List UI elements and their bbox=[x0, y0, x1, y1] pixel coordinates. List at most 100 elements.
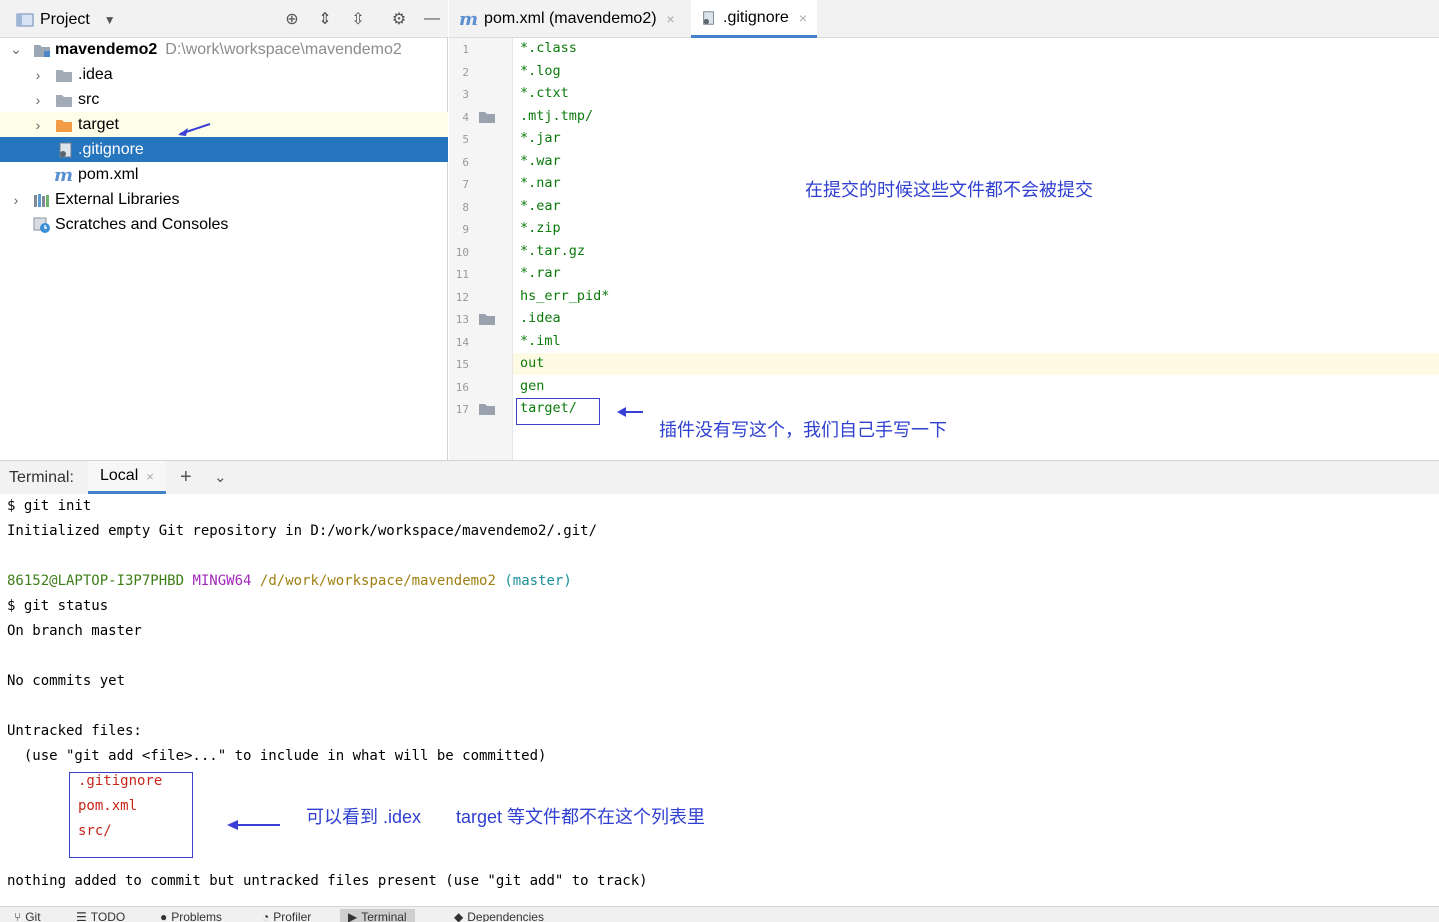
line-number: 4 bbox=[462, 110, 469, 124]
gear-icon[interactable]: ⚙ bbox=[389, 9, 409, 29]
annotation-list-b: target 等文件都不在这个列表里 bbox=[456, 807, 706, 827]
toolwindow-label: Terminal bbox=[361, 910, 407, 922]
toolwindow-git[interactable]: ⑂ Git bbox=[14, 909, 41, 922]
annotation-arrow bbox=[178, 123, 211, 136]
project-view-selector[interactable]: Project ▼ bbox=[16, 10, 116, 30]
libraries-icon bbox=[34, 193, 49, 207]
terminal-label: Terminal: bbox=[9, 469, 74, 486]
annotation-list-a: 可以看到 .idex bbox=[306, 807, 422, 827]
tab-local[interactable]: Local × bbox=[88, 461, 166, 494]
terminal-line: $ git init bbox=[7, 498, 92, 514]
chevron-right-icon[interactable]: › bbox=[9, 192, 23, 208]
module-folder-icon bbox=[34, 44, 50, 57]
locate-icon[interactable]: ⊕ bbox=[282, 9, 302, 29]
prompt-path: /d/work/workspace/mavendemo2 bbox=[259, 573, 496, 589]
line-number: 1 bbox=[462, 43, 469, 56]
code-line[interactable]: *.ear bbox=[520, 198, 561, 214]
tree-item-target[interactable]: › target bbox=[0, 112, 448, 137]
tree-item-mavendemo2[interactable]: ⌄ mavendemo2 D:\work\workspace\mavendemo2 bbox=[0, 37, 448, 62]
code-line[interactable]: *.zip bbox=[520, 220, 561, 236]
toolwindow-todo[interactable]: ☰ TODO bbox=[76, 909, 125, 922]
excluded-folder-icon bbox=[56, 119, 72, 132]
code-line[interactable]: *.rar bbox=[520, 265, 561, 281]
terminal-line: Untracked files: bbox=[7, 723, 142, 739]
tab-label: pom.xml (mavendemo2) bbox=[484, 10, 657, 27]
dependencies-icon: ◆ bbox=[454, 910, 464, 922]
maven-icon: m bbox=[459, 8, 479, 30]
tree-item-label: Scratches and Consoles bbox=[55, 215, 229, 233]
code-line[interactable]: out bbox=[520, 355, 544, 371]
code-line[interactable]: gen bbox=[520, 378, 544, 394]
collapse-all-icon[interactable]: ⇳ bbox=[348, 9, 368, 29]
tree-item-external-libraries[interactable]: › External Libraries bbox=[0, 187, 448, 212]
line-number: 7 bbox=[462, 178, 469, 191]
project-tool-window: Project ▼ ⊕ ⇕ ⇳ ⚙ — ⌄ mavendemo2 D:\work\… bbox=[0, 0, 448, 460]
line-number: 2 bbox=[462, 65, 469, 79]
toolwindow-terminal[interactable]: ▶ Terminal bbox=[340, 909, 415, 922]
close-icon[interactable]: × bbox=[667, 11, 675, 27]
project-view-label: Project bbox=[40, 11, 90, 28]
chevron-right-icon[interactable]: › bbox=[31, 117, 45, 133]
tree-item-gitignore[interactable]: .gitignore bbox=[0, 137, 448, 162]
expand-all-icon[interactable]: ⇕ bbox=[315, 9, 335, 29]
line-number: 12 bbox=[455, 290, 469, 304]
toolwindow-profiler[interactable]: ◔ Profiler bbox=[262, 909, 311, 922]
terminal-line: On branch master bbox=[7, 623, 142, 639]
annotation-target: 插件没有写这个，我们自己手写一下 bbox=[659, 420, 947, 440]
gitignore-file-icon bbox=[703, 10, 714, 25]
toolwindow-label: Profiler bbox=[273, 910, 312, 922]
line-number: 8 bbox=[462, 200, 469, 214]
terminal-tool-window: Terminal: Local × + ⌄ $ git init Initial… bbox=[0, 460, 1439, 906]
line-number: 3 bbox=[462, 88, 469, 101]
code-line[interactable]: *.class bbox=[520, 40, 577, 56]
code-line[interactable]: .idea bbox=[520, 310, 561, 326]
toolwindow-label: Problems bbox=[171, 910, 222, 922]
line-number: 6 bbox=[462, 155, 469, 169]
git-icon: ⑂ bbox=[14, 910, 22, 922]
code-line[interactable]: *.ctxt bbox=[520, 85, 569, 101]
maven-icon: m bbox=[54, 165, 74, 186]
code-line[interactable]: *.iml bbox=[520, 333, 561, 349]
gitignore-file-icon bbox=[59, 142, 72, 157]
tree-item-label: .gitignore bbox=[78, 140, 144, 158]
code-line[interactable]: *.war bbox=[520, 153, 561, 169]
tree-item-src[interactable]: › src bbox=[0, 87, 448, 112]
tool-window-bar: ⑂ Git ☰ TODO ● Problems ◔ Profiler ▶ Terminal… bbox=[0, 906, 1439, 922]
tab-pom-xml[interactable]: m pom.xml (mavendemo2) × bbox=[449, 0, 685, 38]
line-number: 9 bbox=[462, 223, 469, 236]
terminal-prompt: 86152@LAPTOP-I3P7PHBD MINGW64 /d/work/wo… bbox=[7, 573, 572, 589]
toolwindow-label: Dependencies bbox=[467, 910, 544, 922]
todo-icon: ☰ bbox=[76, 910, 87, 922]
code-line[interactable]: *.log bbox=[520, 63, 561, 79]
project-header: Project ▼ ⊕ ⇕ ⇳ ⚙ — bbox=[0, 0, 448, 38]
terminal-line: No commits yet bbox=[7, 673, 126, 689]
chevron-right-icon[interactable]: › bbox=[31, 67, 45, 83]
code-line[interactable]: hs_err_pid* bbox=[520, 288, 609, 304]
toolwindow-problems[interactable]: ● Problems bbox=[160, 909, 222, 922]
close-icon[interactable]: × bbox=[146, 469, 154, 484]
close-icon[interactable]: × bbox=[799, 10, 807, 26]
terminal-line: (use "git add <file>..." to include in w… bbox=[7, 748, 547, 764]
code-line[interactable]: *.nar bbox=[520, 175, 561, 191]
project-view-icon bbox=[16, 13, 34, 27]
code-line[interactable]: *.jar bbox=[520, 130, 561, 146]
tree-item-label: src bbox=[78, 90, 100, 108]
terminal-line: $ git status bbox=[7, 598, 109, 614]
highlight-box bbox=[516, 398, 600, 425]
chevron-down-icon[interactable]: ⌄ bbox=[9, 41, 23, 58]
toolwindow-dependencies[interactable]: ◆ Dependencies bbox=[454, 909, 544, 922]
tree-item-scratches[interactable]: Scratches and Consoles bbox=[0, 212, 448, 237]
chevron-down-icon[interactable]: ⌄ bbox=[214, 468, 227, 486]
plus-icon[interactable]: + bbox=[180, 466, 192, 489]
editor-area: m pom.xml (mavendemo2) × .gitignore × 12… bbox=[449, 0, 1439, 460]
code-line[interactable]: *.tar.gz bbox=[520, 243, 585, 259]
chevron-right-icon[interactable]: › bbox=[31, 92, 45, 108]
editor-tab-bar: m pom.xml (mavendemo2) × .gitignore × bbox=[449, 0, 1439, 38]
prompt-branch: (master) bbox=[504, 573, 572, 589]
tree-item-idea[interactable]: › .idea bbox=[0, 62, 448, 87]
module-path: D:\work\workspace\mavendemo2 bbox=[165, 40, 402, 58]
minimize-icon[interactable]: — bbox=[422, 9, 442, 29]
tab-gitignore[interactable]: .gitignore × bbox=[691, 0, 818, 38]
tree-item-pom-xml[interactable]: m pom.xml bbox=[0, 162, 448, 187]
code-line[interactable]: .mtj.tmp/ bbox=[520, 108, 593, 124]
